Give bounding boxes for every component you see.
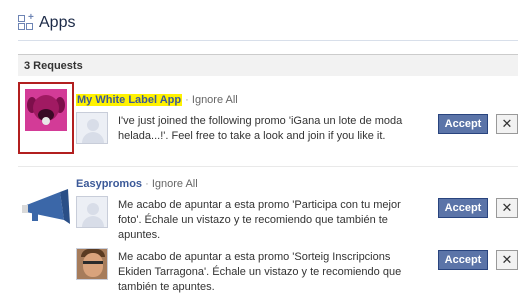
- page-title: Apps: [39, 14, 76, 31]
- avatar[interactable]: [76, 248, 108, 280]
- apps-icon: +: [18, 13, 34, 31]
- ignore-button[interactable]: ✕: [496, 114, 518, 134]
- megaphone-icon[interactable]: [18, 186, 74, 226]
- app-name-row: My White Label App · Ignore All: [76, 94, 238, 106]
- avatar[interactable]: [76, 112, 108, 144]
- requests-count-header: 3 Requests: [18, 54, 518, 76]
- ignore-button[interactable]: ✕: [496, 250, 518, 270]
- request-item: Me acabo de apuntar a esta promo 'Sortei…: [76, 248, 518, 296]
- ignore-button[interactable]: ✕: [496, 198, 518, 218]
- ignore-all-link[interactable]: Ignore All: [192, 94, 238, 106]
- app-request-group-easypromos: Easypromos · Ignore All Me acabo de apun…: [18, 176, 518, 300]
- app-name-row: Easypromos · Ignore All: [76, 178, 198, 190]
- app-request-group-my-white-label-app: My White Label App · Ignore All I've jus…: [18, 82, 518, 156]
- request-item: I've just joined the following promo 'iG…: [76, 112, 518, 148]
- request-item: Me acabo de apuntar a esta promo 'Partic…: [76, 196, 518, 244]
- ignore-all-link[interactable]: Ignore All: [152, 178, 198, 190]
- separator: ·: [145, 178, 149, 190]
- app-name-link[interactable]: Easypromos: [76, 178, 142, 190]
- app-name-link[interactable]: My White Label App: [76, 94, 183, 106]
- accept-button[interactable]: Accept: [438, 114, 488, 134]
- request-message: Me acabo de apuntar a esta promo 'Sortei…: [118, 251, 402, 293]
- separator: ·: [185, 94, 189, 106]
- accept-button[interactable]: Accept: [438, 250, 488, 270]
- group-divider: [18, 166, 518, 167]
- accept-button[interactable]: Accept: [438, 198, 488, 218]
- pink-dog-icon[interactable]: [18, 82, 74, 154]
- request-message: Me acabo de apuntar a esta promo 'Partic…: [118, 199, 401, 241]
- page-header: + Apps: [18, 10, 75, 36]
- header-divider: [18, 40, 518, 41]
- avatar[interactable]: [76, 196, 108, 228]
- request-message: I've just joined the following promo 'iG…: [118, 115, 403, 142]
